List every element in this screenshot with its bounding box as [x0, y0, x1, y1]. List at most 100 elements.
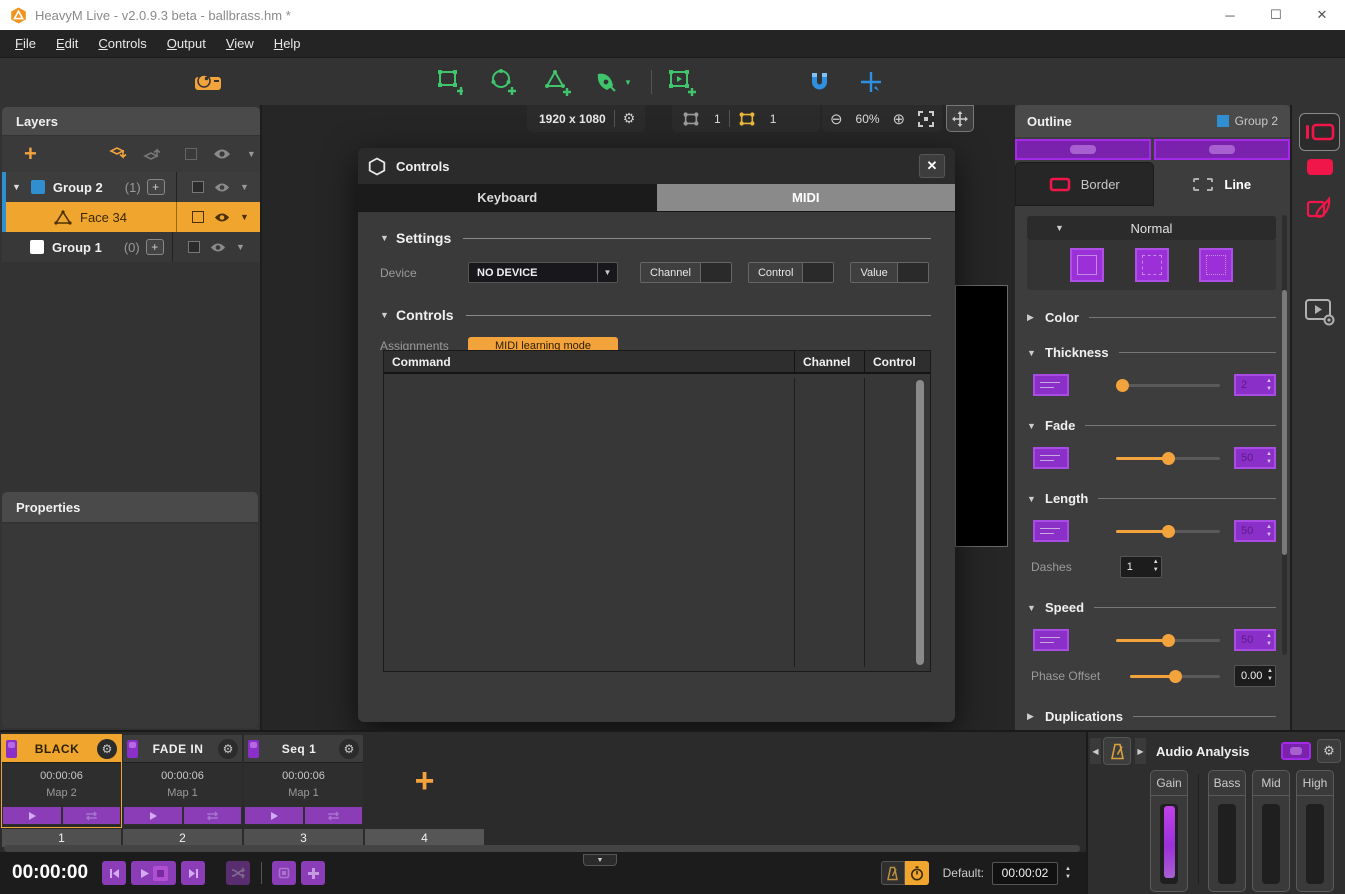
audio-panel-next-arrow[interactable]: ▶	[1135, 738, 1146, 764]
black-play-button[interactable]	[3, 807, 61, 824]
fadein-sequence-gear-icon[interactable]: ⚙	[218, 739, 238, 759]
sequence-slot-black[interactable]: BLACK ⚙ 00:00:06 Map 2	[2, 735, 121, 827]
add-circle-button[interactable]	[487, 66, 519, 98]
effects-mode-button[interactable]	[1305, 195, 1335, 225]
add-point-button[interactable]	[855, 66, 887, 98]
column-header-channel[interactable]: Channel	[794, 351, 864, 372]
fade-slider[interactable]	[1116, 457, 1220, 460]
seq1-sequence-gear-icon[interactable]: ⚙	[339, 739, 359, 759]
play-stop-button[interactable]	[131, 861, 176, 885]
tab-midi-active[interactable]: MIDI	[657, 184, 956, 211]
thickness-style-swatch[interactable]	[1033, 374, 1069, 396]
beat-sync-toggle[interactable]	[881, 861, 905, 885]
skip-back-button[interactable]	[102, 861, 126, 885]
layers-visibility-all-icon[interactable]	[213, 148, 231, 160]
menu-output[interactable]: Output	[158, 32, 215, 55]
channel-value-field[interactable]	[700, 263, 731, 282]
add-quad-button[interactable]	[433, 66, 465, 98]
fade-style-swatch[interactable]	[1033, 447, 1069, 469]
add-triangle-button[interactable]	[541, 66, 573, 98]
layers-expand-all-chevron[interactable]: ▼	[247, 149, 256, 159]
group2-name[interactable]: Group 2	[53, 180, 103, 195]
outline-panel-scrollbar[interactable]	[1282, 215, 1287, 655]
section-fade[interactable]: ▼ Fade	[1027, 418, 1276, 433]
line-style-preview-2[interactable]	[1135, 248, 1169, 282]
move-layer-up-icon[interactable]	[143, 146, 163, 162]
column-header-control[interactable]: Control	[864, 351, 930, 372]
black-loop-button[interactable]	[63, 807, 121, 824]
menu-edit[interactable]: Edit	[47, 32, 87, 55]
speed-style-swatch[interactable]	[1033, 629, 1069, 651]
control-value-field[interactable]	[802, 263, 833, 282]
dashes-input[interactable]: 1▲▼	[1120, 556, 1162, 578]
face34-visibility-icon[interactable]	[214, 212, 230, 223]
fill-mode-button[interactable]	[1306, 158, 1334, 176]
group1-visibility-icon[interactable]	[210, 242, 226, 253]
black-sequence-gear-icon[interactable]: ⚙	[97, 739, 117, 759]
seq1-loop-button[interactable]	[305, 807, 363, 824]
sequence-slot-fadein[interactable]: FADE IN ⚙ 00:00:06 Map 1	[123, 735, 242, 827]
pen-tool-dropdown-arrow[interactable]: ▼	[620, 66, 636, 98]
layer-row-face34-selected[interactable]: Face 34 ▼	[2, 202, 260, 232]
close-button[interactable]: ✕	[1299, 0, 1345, 30]
group2-color-swatch[interactable]	[31, 180, 45, 194]
phase-offset-slider[interactable]	[1130, 675, 1220, 678]
length-style-swatch[interactable]	[1033, 520, 1069, 542]
group2-solo-checkbox[interactable]	[192, 181, 204, 193]
section-color[interactable]: ▶ Color	[1027, 310, 1276, 325]
layer-row-group1[interactable]: Group 1 (0) + ▼	[2, 232, 260, 262]
controls-dialog-close-button[interactable]: ✕	[919, 154, 945, 178]
move-layer-down-icon[interactable]	[109, 146, 129, 162]
add-layer-button[interactable]: +	[24, 141, 37, 167]
group1-options-chevron[interactable]: ▼	[236, 242, 245, 252]
tab-border[interactable]: Border	[1015, 162, 1154, 206]
high-fader[interactable]: High	[1296, 770, 1334, 892]
speed-slider[interactable]	[1116, 639, 1220, 642]
menu-help[interactable]: Help	[265, 32, 310, 55]
section-length[interactable]: ▼ Length	[1027, 491, 1276, 506]
table-scrollbar[interactable]	[916, 380, 924, 665]
speed-value-box[interactable]: 50▲▼	[1234, 629, 1276, 651]
thickness-slider[interactable]	[1116, 384, 1220, 387]
shuffle-button[interactable]	[226, 861, 250, 885]
timer-mode-toggle-active[interactable]	[905, 861, 929, 885]
group2-add-button[interactable]: +	[147, 179, 165, 195]
device-dropdown[interactable]: NO DEVICE ▼	[468, 262, 618, 283]
seq1-play-button[interactable]	[245, 807, 303, 824]
fade-value-box[interactable]: 50▲▼	[1234, 447, 1276, 469]
fadein-loop-button[interactable]	[184, 807, 242, 824]
audio-metronome-button[interactable]	[1103, 737, 1131, 765]
blend-mode-select[interactable]: ▼ Normal	[1027, 216, 1276, 240]
section-speed[interactable]: ▼ Speed	[1027, 600, 1276, 615]
line-enable-toggle[interactable]	[1154, 139, 1290, 160]
outline-mode-button-selected[interactable]	[1299, 113, 1340, 151]
border-enable-toggle[interactable]	[1015, 139, 1151, 160]
sequence-slot-seq1[interactable]: Seq 1 ⚙ 00:00:06 Map 1	[244, 735, 363, 827]
section-duplications[interactable]: ▶ Duplications	[1027, 709, 1276, 724]
controls-section-header[interactable]: ▼ Controls	[380, 307, 931, 323]
layer-row-group2[interactable]: ▼ Group 2 (1) + ▼	[2, 172, 260, 202]
controls-dialog-titlebar[interactable]: Controls ✕	[358, 148, 955, 184]
fadein-play-button[interactable]	[124, 807, 182, 824]
group1-solo-checkbox[interactable]	[188, 241, 200, 253]
add-quick-sequence-button[interactable]	[301, 861, 325, 885]
player-settings-button[interactable]	[1304, 297, 1336, 327]
projector-output-icon[interactable]	[192, 66, 224, 98]
pan-tool-chip[interactable]	[946, 105, 974, 132]
face34-name[interactable]: Face 34	[80, 210, 127, 225]
sequencer-horizontal-scrollbar[interactable]	[4, 845, 1080, 852]
zoom-out-icon[interactable]: ⊖	[830, 110, 843, 128]
section-thickness[interactable]: ▼ Thickness	[1027, 345, 1276, 360]
line-style-preview-3[interactable]	[1199, 248, 1233, 282]
maximize-button[interactable]: ☐	[1253, 0, 1299, 30]
zoom-in-icon[interactable]: ⊕	[892, 110, 905, 128]
tab-line[interactable]: Line	[1154, 162, 1291, 206]
gain-fader[interactable]: Gain	[1150, 770, 1188, 892]
audio-settings-gear-icon[interactable]: ⚙	[1317, 739, 1341, 763]
face34-solo-checkbox[interactable]	[192, 211, 204, 223]
skip-forward-button[interactable]	[181, 861, 205, 885]
group1-add-button[interactable]: +	[146, 239, 164, 255]
menu-controls[interactable]: Controls	[89, 32, 155, 55]
add-sequence-slot[interactable]: +	[365, 735, 484, 827]
add-player-button[interactable]	[665, 66, 697, 98]
